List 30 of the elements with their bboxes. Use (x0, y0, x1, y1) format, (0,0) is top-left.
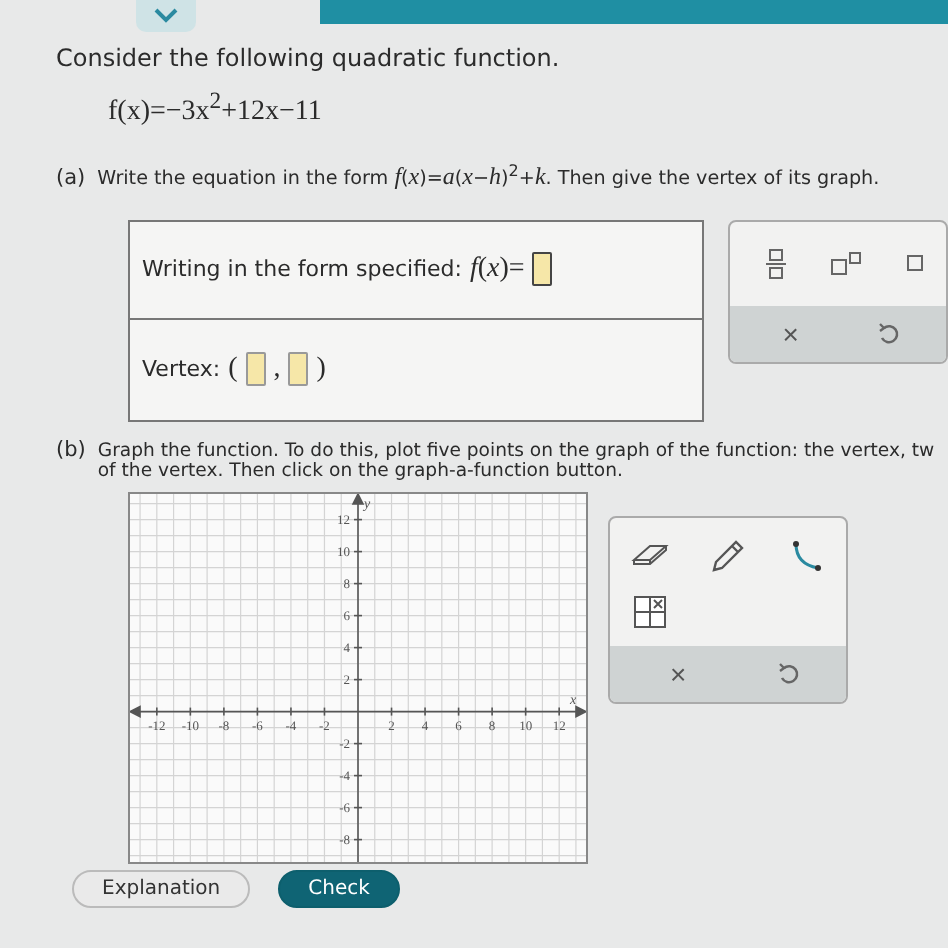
collapse-button[interactable] (136, 0, 196, 32)
undo-button[interactable] (878, 321, 901, 346)
undo-button[interactable] (778, 662, 801, 687)
check-button[interactable]: Check (278, 870, 400, 909)
pencil-icon[interactable] (709, 537, 746, 574)
answer-field[interactable] (532, 252, 553, 287)
clear-button[interactable]: × (782, 319, 799, 348)
vertex-label: Vertex: (142, 356, 221, 383)
question-text: Write the equation in the form f(x)=a(x−h)$^{2}$+k. Then give the vertex of its graph. (97, 161, 880, 192)
function-formula: f(x)=−3x$^{2}$+12x−11 (108, 88, 324, 130)
subscript-button[interactable] (906, 251, 927, 276)
part-label: (a) (56, 165, 86, 190)
eraser-icon[interactable] (629, 543, 670, 568)
function-lhs: f(x)= (469, 253, 525, 286)
graph-function-icon[interactable] (633, 595, 666, 628)
exponent-button[interactable] (830, 251, 863, 276)
answer-field[interactable] (245, 352, 266, 387)
intro-text: Consider the following quadratic function. (56, 44, 562, 72)
explanation-button[interactable]: Explanation (72, 870, 251, 909)
form-label: Writing in the form specified: (142, 256, 462, 283)
part-label: (b) (56, 437, 86, 462)
clear-button[interactable]: × (670, 660, 687, 689)
chevron-down-icon (154, 8, 178, 24)
answer-field[interactable] (288, 352, 309, 387)
curve-icon[interactable] (790, 539, 823, 572)
comma: , (273, 353, 281, 386)
parenthesis: ) (316, 353, 326, 386)
question-text: Graph the function. To do this, plot five points on the graph of the function: the vertex, tw of the vertex. Then click on the graph-a-function button. (97, 441, 935, 481)
parenthesis: ( (228, 353, 238, 386)
fraction-button[interactable] (766, 247, 787, 280)
